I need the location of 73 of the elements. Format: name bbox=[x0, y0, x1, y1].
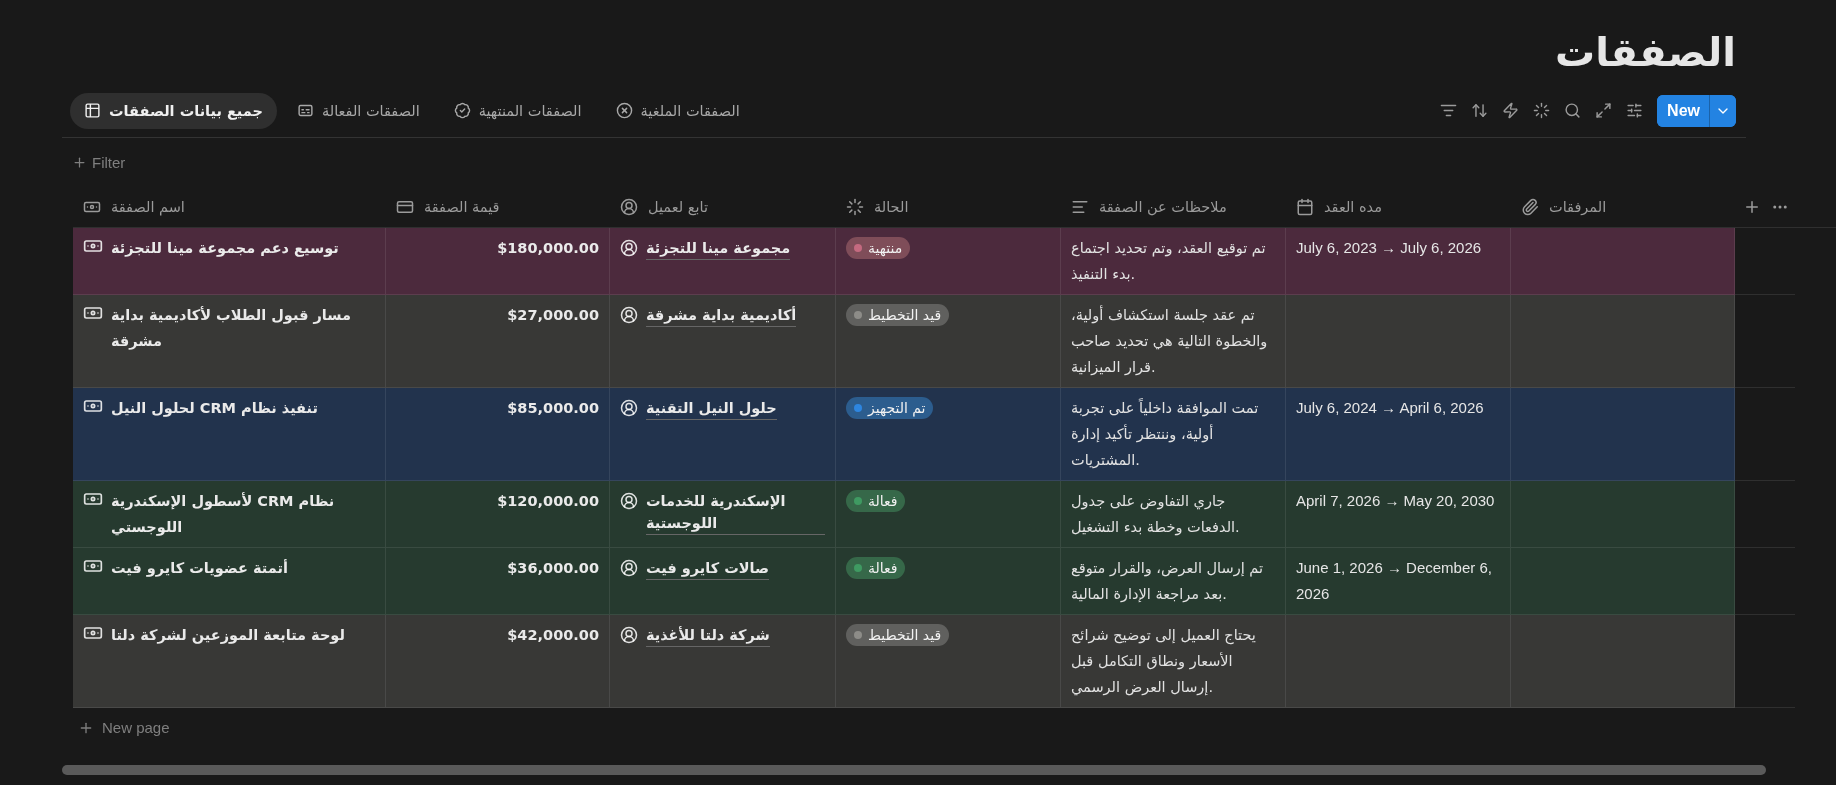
user-icon bbox=[620, 399, 638, 417]
paperclip-icon bbox=[1521, 198, 1539, 216]
deal-name[interactable]: مسار قبول الطلاب لأكاديمية بداية مشرقة bbox=[111, 302, 375, 354]
deal-notes: تم توقيع العقد، وتم تحديد اجتماع بدء التنفيذ. bbox=[1071, 239, 1267, 284]
client-link[interactable]: صالات كايرو فيت bbox=[646, 557, 770, 580]
deal-notes: يحتاج العميل إلى توضيح شرائح الأسعار ونطاق التكامل قبل إرسال العرض الرسمي. bbox=[1071, 626, 1257, 698]
text-lines-icon bbox=[1071, 198, 1089, 216]
column-header[interactable]: المرفقات bbox=[1549, 199, 1607, 215]
deal-name[interactable]: أتمتة عضويات كايرو فيت bbox=[111, 555, 288, 581]
deal-notes: تمت الموافقة داخلياً على تجربة أولية، وننتظر تأكيد إدارة المشتريات. bbox=[1071, 397, 1260, 470]
deal-name[interactable]: لحلول النيل CRM تنفيذ نظام bbox=[111, 395, 318, 421]
status-label: تم التجهيز bbox=[868, 399, 926, 419]
deal-value: $120,000.00 bbox=[497, 492, 599, 511]
status-label: منتهية bbox=[868, 239, 903, 259]
column-header[interactable]: قيمة الصفقة bbox=[424, 199, 500, 215]
card-icon bbox=[396, 198, 414, 216]
contract-dates: July 6, 2023 → July 6, 2026 bbox=[1296, 238, 1482, 258]
settings-icon[interactable] bbox=[1626, 102, 1644, 119]
deal-notes: جاري التفاوض على جدول الدفعات وخطة بدء التشغيل. bbox=[1071, 492, 1241, 538]
filter-button[interactable]: Filter bbox=[72, 152, 126, 173]
column-header[interactable]: اسم الصفقة bbox=[111, 199, 185, 215]
user-icon bbox=[620, 198, 638, 216]
status-label: قيد التخطيط bbox=[868, 306, 942, 325]
table-icon bbox=[84, 102, 101, 119]
column-header[interactable]: الحالة bbox=[874, 199, 909, 215]
deal-name[interactable]: لوحة متابعة الموزعين لشركة دلتا bbox=[111, 622, 345, 648]
deal-name[interactable]: لأسطول الإسكندرية CRM نظام اللوجستي bbox=[111, 488, 375, 540]
deal-value: $85,000.00 bbox=[507, 399, 599, 418]
deal-value: $180,000.00 bbox=[497, 239, 599, 258]
calendar-icon bbox=[1296, 198, 1314, 216]
column-header[interactable]: ملاحظات عن الصفقة bbox=[1099, 199, 1227, 215]
deal-name[interactable]: توسيع دعم مجموعة مينا للتجزئة bbox=[111, 235, 339, 261]
contract-dates: July 6, 2024 → April 6, 2026 bbox=[1296, 398, 1484, 418]
new-page-button[interactable]: New page bbox=[72, 718, 176, 737]
text-lines-icon bbox=[296, 102, 314, 119]
deal-notes: تم إرسال العرض، والقرار متوقع بعد مراجعة الإدارة المالية. bbox=[1071, 559, 1264, 605]
column-header[interactable]: مده العقد bbox=[1324, 199, 1382, 215]
client-link[interactable]: شركة دلتا للأغذية bbox=[646, 624, 770, 647]
contract-dates: June 1, 2026 → December 6, 2026 bbox=[1296, 558, 1493, 604]
check-badge-icon bbox=[453, 102, 471, 119]
user-icon bbox=[620, 492, 638, 510]
status-label: فعالة bbox=[868, 559, 898, 578]
close-circle-icon bbox=[615, 102, 633, 119]
page-title: الصفقات bbox=[1555, 28, 1736, 77]
view-tab[interactable]: جميع بيانات الصفقات bbox=[70, 92, 277, 129]
spinner-icon bbox=[846, 198, 864, 216]
caret-icon[interactable] bbox=[1709, 94, 1736, 127]
column-header[interactable]: تابع لعميل bbox=[648, 199, 708, 215]
plus-icon bbox=[72, 155, 87, 170]
view-tab[interactable]: الصفقات المنتهية bbox=[439, 92, 596, 129]
deal-value: $36,000.00 bbox=[507, 559, 599, 578]
search-icon[interactable] bbox=[1564, 102, 1582, 119]
status-label: قيد التخطيط bbox=[868, 626, 942, 645]
view-tab[interactable]: الصفقات الفعالة bbox=[282, 92, 434, 129]
status-label: فعالة bbox=[868, 492, 898, 511]
sort-icon[interactable] bbox=[1471, 102, 1489, 119]
deal-value: $42,000.00 bbox=[507, 626, 599, 645]
lightning-icon[interactable] bbox=[1502, 102, 1520, 119]
spinner-icon[interactable] bbox=[1533, 102, 1551, 119]
view-tab[interactable]: الصفقات الملغية bbox=[601, 92, 754, 129]
filter-icon[interactable] bbox=[1440, 102, 1458, 119]
scrollbar[interactable] bbox=[62, 765, 1766, 775]
user-icon bbox=[620, 559, 638, 577]
expand-icon[interactable] bbox=[1595, 102, 1613, 119]
client-link[interactable]: حلول النيل التقنية bbox=[646, 397, 777, 420]
add-column-icon[interactable] bbox=[1743, 198, 1761, 216]
deal-value: $27,000.00 bbox=[507, 306, 599, 325]
client-link[interactable]: أكاديمية بداية مشرقة bbox=[646, 304, 797, 327]
user-icon bbox=[620, 239, 638, 257]
user-icon bbox=[620, 626, 638, 644]
user-icon bbox=[620, 306, 638, 324]
deal-notes: تم عقد جلسة استكشاف أولية، والخطوة التالية هي تحديد صاحب قرار الميزانية. bbox=[1071, 304, 1269, 378]
contract-dates: April 7, 2026 → May 20, 2030 bbox=[1296, 491, 1495, 511]
